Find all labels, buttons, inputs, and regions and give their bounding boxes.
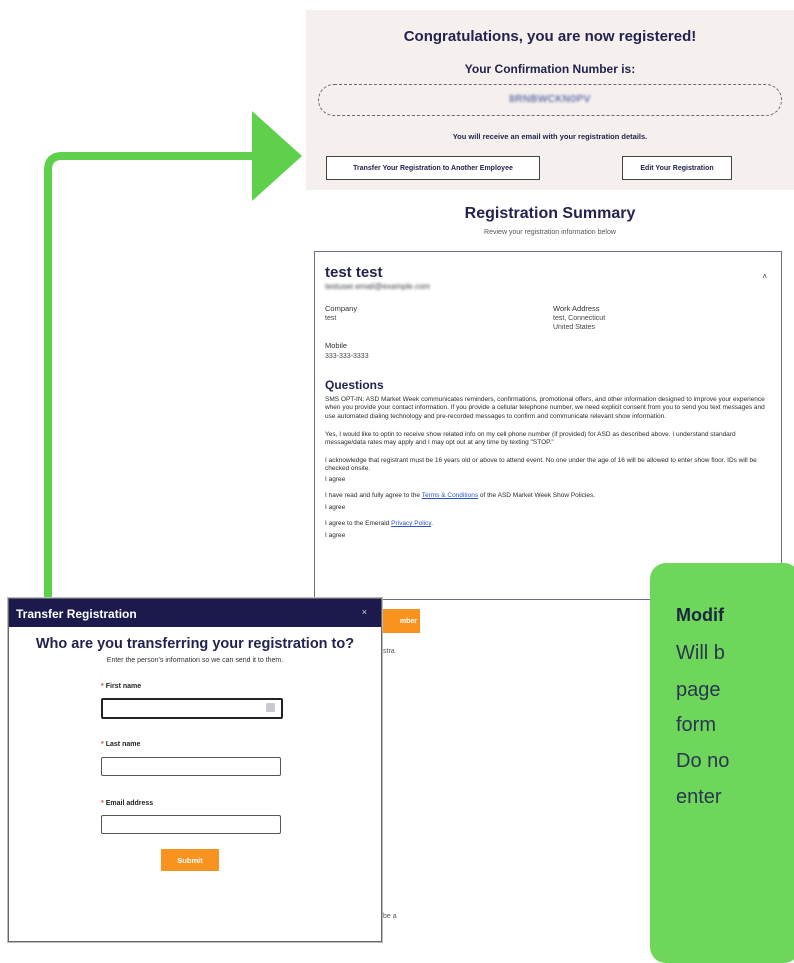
last-name-label: * Last name [101,741,140,748]
work-address-label: Work Address [553,304,600,313]
callout-line: Do no [676,750,730,772]
close-icon[interactable]: × [362,607,367,617]
last-name-label-text: Last name [105,741,141,748]
privacy-post: . [431,520,433,527]
work-address-line1: test, Connecticut [553,315,606,322]
required-marker: * [101,683,104,690]
terms-statement: I have read and fully agree to the Terms… [325,492,773,500]
summary-subtitle: Review your registration information bel… [484,229,616,236]
background-orange-button[interactable]: mber [382,609,420,633]
background-text-1: stra [383,648,395,655]
first-name-label: * First name [101,683,141,690]
transfer-registration-button[interactable]: Transfer Your Registration to Another Em… [326,156,540,180]
work-address-line2: United States [553,324,596,331]
modal-subtitle: Enter the person's information so we can… [106,657,284,664]
modal-title: Transfer Registration [16,607,137,621]
mobile-label: Mobile [325,341,348,350]
connector-line [44,152,256,602]
privacy-pre: I agree to the Emerald [325,520,392,527]
callout-line: enter [676,786,722,808]
attendee-email: testuser.email@example.com [325,282,431,291]
confirmation-number-box: 8RNBWCKN0PV [318,84,782,116]
privacy-statement: I agree to the Emerald Privacy Policy. [325,520,773,528]
collapse-caret-icon[interactable]: ˄ [762,272,767,281]
callout-title: Modif [676,605,724,625]
last-name-input[interactable] [101,757,281,776]
privacy-link[interactable]: Privacy Policy [391,520,431,527]
email-address-input[interactable] [101,815,281,834]
summary-title: Registration Summary [464,205,636,222]
age-acknowledgement: I acknowledge that registrant must be 16… [325,457,757,473]
submit-button[interactable]: Submit [161,849,219,871]
email-label-text: Email address [105,800,154,807]
age-answer: I agree [325,476,346,483]
required-marker: * [101,741,104,748]
sms-optin-text: SMS OPT-IN: ASD Market Week communicates… [325,396,765,420]
terms-link[interactable]: Terms & Conditions [422,492,478,499]
green-callout: Modif Will b page form Do no enter [650,563,794,963]
confirmation-number-label: Your Confirmation Number is: [464,62,636,76]
first-name-label-text: First name [105,683,142,690]
background-text-2: be a [383,913,397,920]
company-label: Company [325,304,358,313]
required-marker: * [101,800,104,807]
sms-optin-answer: Yes, I would like to optin to receive sh… [325,431,736,447]
questions-title: Questions [325,378,384,392]
first-name-input[interactable] [101,698,283,719]
confirmation-panel: Congratulations, you are now registered!… [306,10,794,190]
email-address-label: * Email address [101,800,153,807]
terms-pre: I have read and fully agree to the [325,492,422,499]
autofill-icon[interactable] [266,703,275,712]
callout-line: form [676,714,716,736]
congrats-heading: Congratulations, you are now registered! [403,28,697,45]
email-note: You will receive an email with your regi… [452,132,648,141]
callout-line: page [676,679,721,701]
company-value: test [325,315,337,322]
modal-question: Who are you transferring your registrati… [35,636,355,652]
confirmation-number: 8RNBWCKN0PV [509,94,591,105]
privacy-answer: I agree [325,532,346,539]
modal-header: Transfer Registration × [9,599,381,627]
terms-answer: I agree [325,504,346,511]
mobile-value: 333-333-3333 [325,353,369,360]
edit-registration-button[interactable]: Edit Your Registration [622,156,732,180]
attendee-name: test test [325,264,383,281]
arrow-head-left [252,111,302,201]
transfer-registration-modal: Transfer Registration × Who are you tran… [8,598,382,942]
callout-line: Will b [676,642,725,664]
terms-post: of the ASD Market Week Show Policies. [478,492,596,499]
registration-summary-card: test test testuser.email@example.com ˄ C… [314,251,782,600]
